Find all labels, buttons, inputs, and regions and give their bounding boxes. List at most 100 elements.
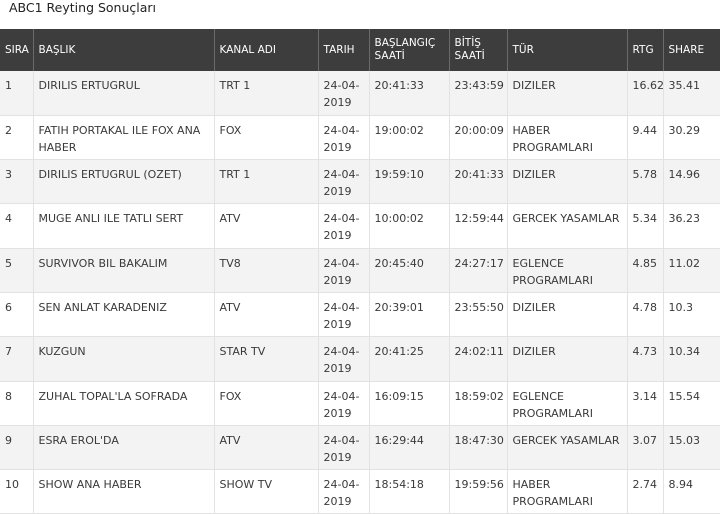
- cell-kanal: ATV: [214, 425, 319, 471]
- cell-baslik: DIRILIS ERTUGRUL: [33, 71, 215, 116]
- cell-baslangic: 10:00:02: [369, 203, 450, 249]
- cell-baslangic: 20:41:25: [369, 336, 450, 382]
- cell-rtg: 5.78: [627, 159, 664, 205]
- cell-sira: 4: [0, 203, 34, 249]
- cell-kanal: TRT 1: [214, 159, 319, 205]
- table-row: 3 DIRILIS ERTUGRUL (OZET) TRT 1 24-04-20…: [0, 159, 720, 205]
- cell-bitis: 24:27:17: [449, 248, 508, 293]
- cell-baslik: SEN ANLAT KARADENIZ: [33, 292, 215, 338]
- column-header-tarih: TARIH: [318, 29, 370, 71]
- cell-baslik: KUZGUN: [33, 336, 215, 382]
- cell-sira: 6: [0, 292, 34, 338]
- cell-tur: HABER PROGRAMLARI: [507, 469, 628, 514]
- cell-baslangic: 16:29:44: [369, 425, 450, 471]
- cell-tur: GERCEK YASAMLAR: [507, 203, 628, 249]
- cell-bitis: 23:55:50: [449, 292, 508, 338]
- table-row: 5 SURVIVOR BIL BAKALIM TV8 24-04-2019 20…: [0, 248, 720, 293]
- cell-rtg: 16.62: [627, 71, 664, 116]
- table-row: 2 FATIH PORTAKAL ILE FOX ANA HABER FOX 2…: [0, 115, 720, 161]
- table-row: 1 DIRILIS ERTUGRUL TRT 1 24-04-2019 20:4…: [0, 71, 720, 116]
- cell-tarih: 24-04-2019: [318, 425, 370, 471]
- table-row: 7 KUZGUN STAR TV 24-04-2019 20:41:25 24:…: [0, 336, 720, 382]
- cell-bitis: 23:43:59: [449, 71, 508, 116]
- cell-sira: 3: [0, 159, 34, 205]
- table-row: 8 ZUHAL TOPAL'LA SOFRADA FOX 24-04-2019 …: [0, 381, 720, 426]
- cell-baslik: SURVIVOR BIL BAKALIM: [33, 248, 215, 293]
- cell-share: 15.03: [663, 425, 720, 471]
- cell-tur: DIZILER: [507, 292, 628, 338]
- cell-kanal: FOX: [214, 381, 319, 426]
- cell-tur: EGLENCE PROGRAMLARI: [507, 248, 628, 293]
- cell-sira: 1: [0, 71, 34, 116]
- cell-tur: GERCEK YASAMLAR: [507, 425, 628, 471]
- cell-kanal: TV8: [214, 248, 319, 293]
- cell-tur: EGLENCE PROGRAMLARI: [507, 381, 628, 426]
- cell-sira: 7: [0, 336, 34, 382]
- page-title: ABC1 Reyting Sonuçları: [9, 0, 157, 15]
- cell-sira: 9: [0, 425, 34, 471]
- cell-rtg: 9.44: [627, 115, 664, 161]
- cell-tur: DIZILER: [507, 71, 628, 116]
- cell-tarih: 24-04-2019: [318, 469, 370, 514]
- cell-share: 10.34: [663, 336, 720, 382]
- cell-tarih: 24-04-2019: [318, 159, 370, 205]
- cell-bitis: 20:41:33: [449, 159, 508, 205]
- cell-baslik: ESRA EROL'DA: [33, 425, 215, 471]
- cell-rtg: 4.73: [627, 336, 664, 382]
- cell-share: 8.94: [663, 469, 720, 514]
- cell-baslik: ZUHAL TOPAL'LA SOFRADA: [33, 381, 215, 426]
- column-header-baslangic: BAŞLANGIÇ SAATİ: [369, 29, 450, 71]
- cell-baslangic: 16:09:15: [369, 381, 450, 426]
- cell-share: 14.96: [663, 159, 720, 205]
- cell-kanal: FOX: [214, 115, 319, 161]
- cell-baslangic: 20:41:33: [369, 71, 450, 116]
- cell-rtg: 3.14: [627, 381, 664, 426]
- cell-rtg: 4.78: [627, 292, 664, 338]
- cell-baslangic: 19:59:10: [369, 159, 450, 205]
- cell-baslangic: 18:54:18: [369, 469, 450, 514]
- column-header-kanal: KANAL ADI: [214, 29, 319, 71]
- cell-sira: 2: [0, 115, 34, 161]
- cell-tur: HABER PROGRAMLARI: [507, 115, 628, 161]
- cell-sira: 8: [0, 381, 34, 426]
- cell-share: 15.54: [663, 381, 720, 426]
- cell-tarih: 24-04-2019: [318, 115, 370, 161]
- cell-rtg: 2.74: [627, 469, 664, 514]
- cell-baslik: FATIH PORTAKAL ILE FOX ANA HABER: [33, 115, 215, 161]
- cell-baslik: MUGE ANLI ILE TATLI SERT: [33, 203, 215, 249]
- cell-kanal: STAR TV: [214, 336, 319, 382]
- cell-kanal: TRT 1: [214, 71, 319, 116]
- cell-bitis: 18:47:30: [449, 425, 508, 471]
- cell-rtg: 5.34: [627, 203, 664, 249]
- cell-tur: DIZILER: [507, 336, 628, 382]
- cell-bitis: 20:00:09: [449, 115, 508, 161]
- cell-tarih: 24-04-2019: [318, 71, 370, 116]
- cell-kanal: ATV: [214, 203, 319, 249]
- cell-tarih: 24-04-2019: [318, 381, 370, 426]
- table-row: 9 ESRA EROL'DA ATV 24-04-2019 16:29:44 1…: [0, 425, 720, 471]
- cell-share: 35.41: [663, 71, 720, 116]
- cell-sira: 10: [0, 469, 34, 514]
- cell-bitis: 18:59:02: [449, 381, 508, 426]
- cell-kanal: SHOW TV: [214, 469, 319, 514]
- table-row: 4 MUGE ANLI ILE TATLI SERT ATV 24-04-201…: [0, 203, 720, 249]
- cell-tarih: 24-04-2019: [318, 336, 370, 382]
- cell-bitis: 24:02:11: [449, 336, 508, 382]
- cell-tur: DIZILER: [507, 159, 628, 205]
- ratings-table: SIRA BAŞLIK KANAL ADI TARIH BAŞLANGIÇ SA…: [0, 29, 720, 514]
- table-row: 10 SHOW ANA HABER SHOW TV 24-04-2019 18:…: [0, 469, 720, 514]
- column-header-share: SHARE: [668, 43, 705, 56]
- cell-sira: 5: [0, 248, 34, 293]
- cell-share: 10.3: [663, 292, 720, 338]
- cell-baslik: SHOW ANA HABER: [33, 469, 215, 514]
- cell-tarih: 24-04-2019: [318, 248, 370, 293]
- table-row: 6 SEN ANLAT KARADENIZ ATV 24-04-2019 20:…: [0, 292, 720, 338]
- column-header-baslik: BAŞLIK: [33, 29, 215, 71]
- cell-tarih: 24-04-2019: [318, 292, 370, 338]
- column-header-bitis: BİTİŞ SAATİ: [449, 29, 508, 71]
- column-header-rtg: RTG: [627, 29, 664, 71]
- table-header-row: SIRA BAŞLIK KANAL ADI TARIH BAŞLANGIÇ SA…: [0, 29, 720, 71]
- cell-bitis: 19:59:56: [449, 469, 508, 514]
- column-header-sira: SIRA: [0, 29, 34, 71]
- cell-baslik: DIRILIS ERTUGRUL (OZET): [33, 159, 215, 205]
